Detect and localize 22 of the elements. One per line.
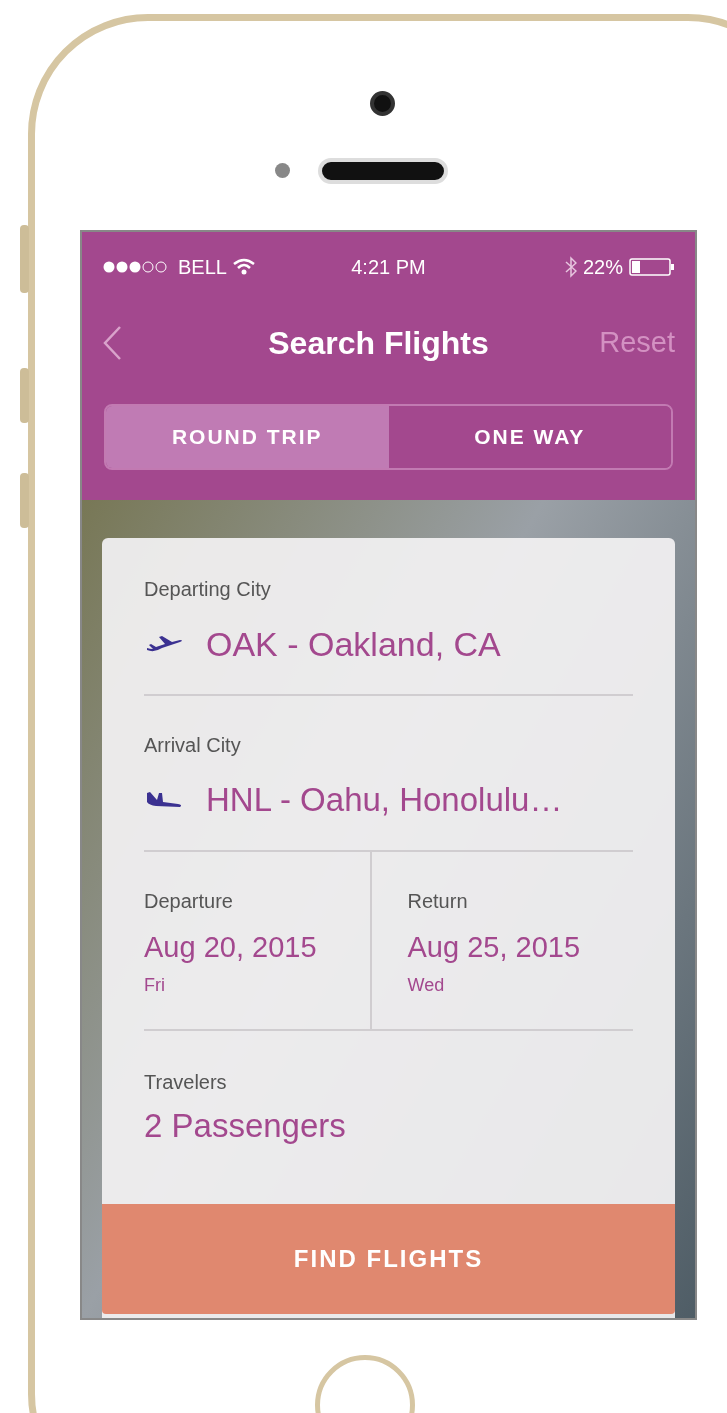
battery-icon bbox=[629, 258, 675, 276]
travelers-field[interactable]: 2 Passengers bbox=[144, 1096, 633, 1150]
battery-percentage: 22% bbox=[582, 255, 623, 280]
date-field[interactable]: Aug 25, 2015 bbox=[407, 916, 633, 970]
field-label: Travelers bbox=[144, 1069, 228, 1095]
bluetooth-icon bbox=[564, 256, 577, 278]
status-time: 4:21 PM bbox=[350, 255, 427, 280]
find-flights-button[interactable]: FIND FLIGHTS bbox=[102, 1204, 675, 1314]
screen-title: Search Flights bbox=[267, 324, 490, 363]
field-label: Departing City bbox=[144, 577, 272, 602]
weekday-label: Fri bbox=[144, 973, 166, 997]
carrier-name: BELL bbox=[178, 255, 227, 280]
trip-type-tab[interactable]: ROUND TRIP bbox=[106, 406, 389, 468]
weekday-label: Wed bbox=[407, 973, 446, 997]
back-chevron-icon bbox=[102, 325, 122, 361]
arrival-city-field[interactable]: HNL - Oahu, Honolulu… bbox=[206, 775, 563, 825]
field-label: Arrival City bbox=[144, 733, 242, 758]
field-label: Return bbox=[407, 889, 469, 914]
date-field[interactable]: Aug 20, 2015 bbox=[144, 916, 370, 970]
wifi-icon bbox=[232, 258, 255, 276]
field-label: Departure bbox=[144, 889, 234, 914]
departing-city-field[interactable]: OAK - Oakland, CA bbox=[206, 618, 501, 670]
